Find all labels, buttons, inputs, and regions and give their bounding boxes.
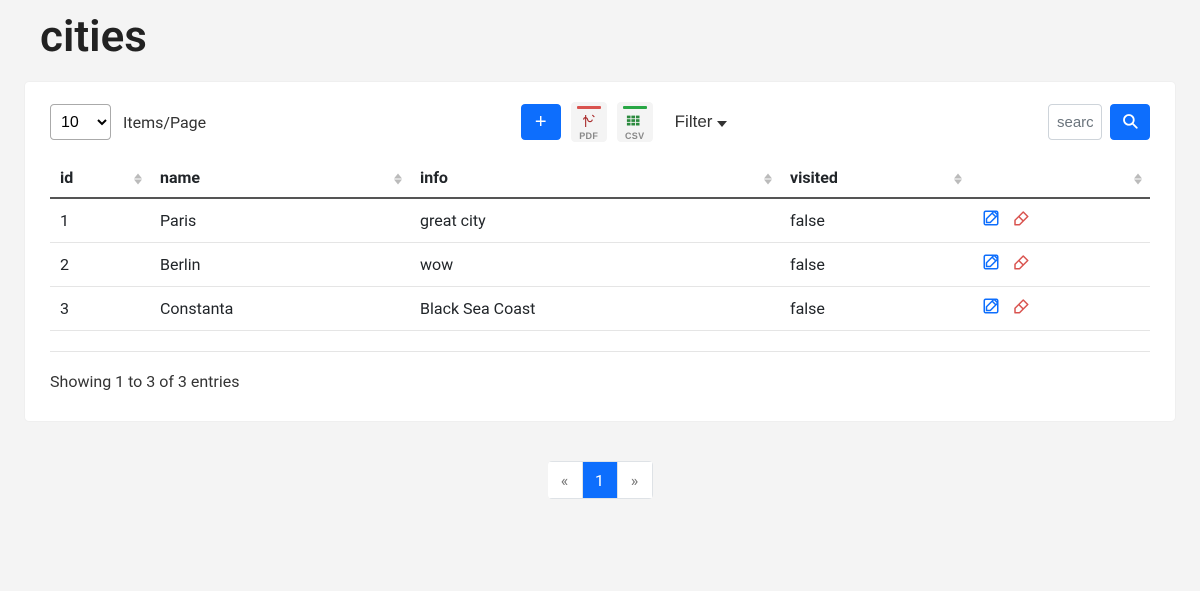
- page-title: cities: [40, 10, 1175, 62]
- column-header-info-label: info: [420, 168, 448, 187]
- edit-button[interactable]: [980, 297, 1002, 319]
- pdf-bar-accent: [577, 106, 601, 109]
- filter-label: Filter: [675, 112, 713, 132]
- column-header-name-label: name: [160, 168, 200, 187]
- edit-button[interactable]: [980, 209, 1002, 231]
- table-row: 1 Paris great city false: [50, 198, 1150, 243]
- table-panel: 10 25 50 100 Items/Page +: [25, 82, 1175, 421]
- eraser-icon: [1012, 297, 1030, 319]
- add-button[interactable]: +: [521, 104, 561, 140]
- csv-label: CSV: [625, 131, 644, 141]
- delete-button[interactable]: [1010, 297, 1032, 319]
- table-row: 3 Constanta Black Sea Coast false: [50, 287, 1150, 331]
- entries-info: Showing 1 to 3 of 3 entries: [50, 372, 1150, 391]
- csv-bar-accent: [623, 106, 647, 109]
- eraser-icon: [1012, 209, 1030, 231]
- pagination-prev[interactable]: «: [548, 461, 583, 499]
- caret-down-icon: [717, 112, 727, 132]
- pagination-page-label: 1: [583, 462, 617, 498]
- edit-button[interactable]: [980, 253, 1002, 275]
- cell-info: wow: [410, 243, 780, 287]
- delete-button[interactable]: [1010, 209, 1032, 231]
- filter-button[interactable]: Filter: [663, 104, 734, 140]
- cell-id: 2: [50, 243, 150, 287]
- cell-name: Constanta: [150, 287, 410, 331]
- cell-visited: false: [780, 198, 970, 243]
- pdf-icon: [577, 112, 601, 130]
- search-button[interactable]: [1110, 104, 1150, 140]
- sort-icon: [394, 173, 402, 184]
- cell-name: Paris: [150, 198, 410, 243]
- column-header-actions: [970, 160, 1150, 198]
- edit-icon: [982, 209, 1000, 231]
- column-header-id-label: id: [60, 168, 73, 187]
- cell-visited: false: [780, 243, 970, 287]
- table-bottom-divider: [50, 351, 1150, 352]
- sort-icon: [134, 173, 142, 184]
- pdf-label: PDF: [579, 131, 598, 141]
- column-header-name[interactable]: name: [150, 160, 410, 198]
- cell-info: Black Sea Coast: [410, 287, 780, 331]
- edit-icon: [982, 297, 1000, 319]
- cell-visited: false: [780, 287, 970, 331]
- column-header-id[interactable]: id: [50, 160, 150, 198]
- pagination: « 1 »: [25, 461, 1175, 499]
- sort-icon: [1134, 173, 1142, 184]
- search-input[interactable]: [1048, 104, 1102, 140]
- column-header-info[interactable]: info: [410, 160, 780, 198]
- column-header-visited[interactable]: visited: [780, 160, 970, 198]
- eraser-icon: [1012, 253, 1030, 275]
- delete-button[interactable]: [1010, 253, 1032, 275]
- cell-id: 3: [50, 287, 150, 331]
- pagination-prev-label: «: [548, 462, 582, 498]
- edit-icon: [982, 253, 1000, 275]
- export-pdf-button[interactable]: PDF: [571, 102, 607, 142]
- data-table: id name info visited: [50, 160, 1150, 331]
- toolbar: 10 25 50 100 Items/Page +: [50, 102, 1150, 142]
- items-per-page-label: Items/Page: [123, 113, 206, 132]
- sort-icon: [954, 173, 962, 184]
- cell-name: Berlin: [150, 243, 410, 287]
- csv-icon: [623, 112, 647, 130]
- pagination-next[interactable]: »: [617, 461, 653, 499]
- export-csv-button[interactable]: CSV: [617, 102, 653, 142]
- pagination-next-label: »: [618, 462, 652, 498]
- items-per-page-select[interactable]: 10 25 50 100: [50, 104, 111, 140]
- column-header-visited-label: visited: [790, 168, 838, 187]
- cell-info: great city: [410, 198, 780, 243]
- pagination-page-current[interactable]: 1: [582, 461, 618, 499]
- cell-id: 1: [50, 198, 150, 243]
- sort-icon: [764, 173, 772, 184]
- search-icon: [1121, 112, 1139, 133]
- table-row: 2 Berlin wow false: [50, 243, 1150, 287]
